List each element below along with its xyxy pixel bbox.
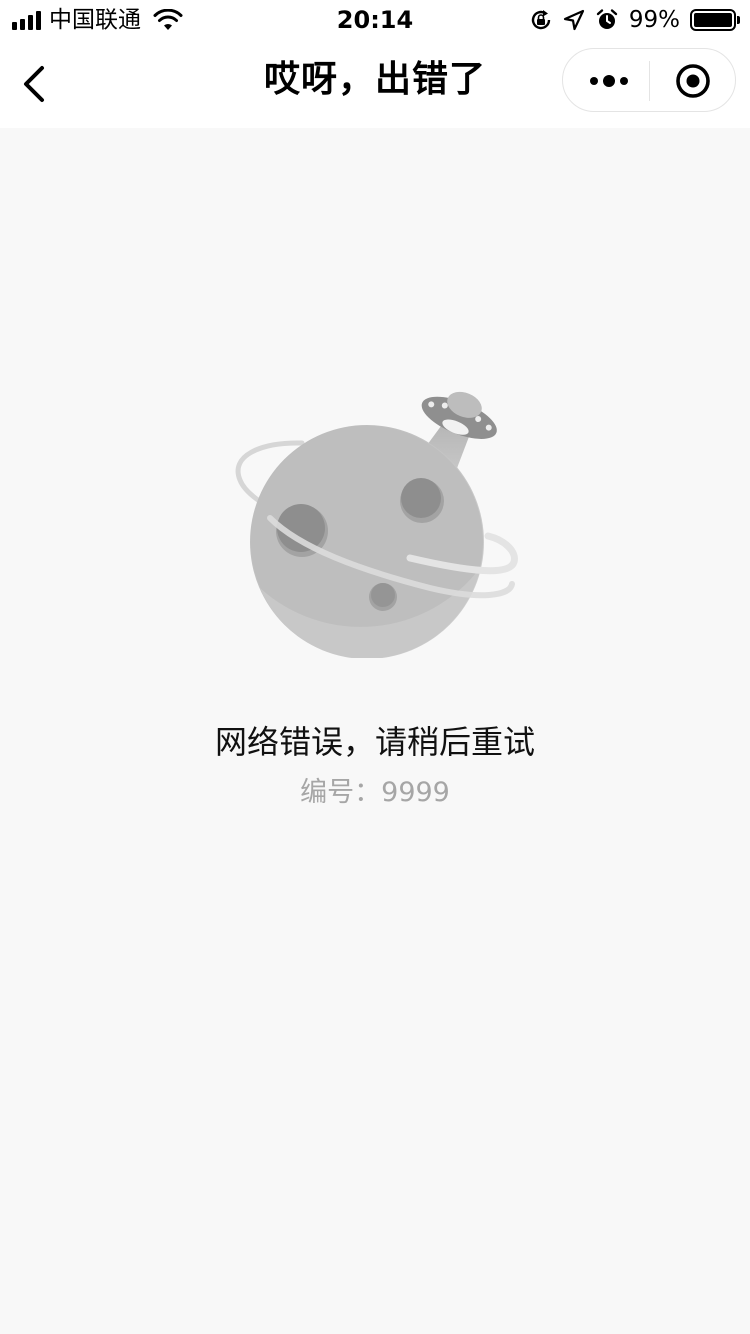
battery-fill xyxy=(694,13,732,27)
error-code: 编号：9999 xyxy=(0,776,750,810)
mini-program-capsule xyxy=(562,48,736,112)
error-code-label: 编号： xyxy=(300,777,382,808)
status-bar: 中国联通 20:14 99% xyxy=(0,0,750,40)
top-area: 中国联通 20:14 99% 哎呀，出错了 xyxy=(0,0,750,128)
alarm-icon xyxy=(596,9,618,29)
status-right: 99% xyxy=(529,6,740,34)
close-circle-icon[interactable] xyxy=(675,63,711,99)
capsule-divider xyxy=(649,61,650,101)
location-arrow-icon xyxy=(563,9,584,31)
battery-percent: 99% xyxy=(628,7,680,33)
more-dots-icon[interactable] xyxy=(589,73,629,89)
error-message: 网络错误，请稍后重试 xyxy=(214,723,535,761)
error-code-value: 9999 xyxy=(381,777,450,808)
battery-icon xyxy=(690,9,740,31)
orientation-lock-icon xyxy=(531,10,551,30)
nav-bar: 哎呀，出错了 xyxy=(0,40,750,128)
planet-ufo-illustration xyxy=(235,391,518,658)
